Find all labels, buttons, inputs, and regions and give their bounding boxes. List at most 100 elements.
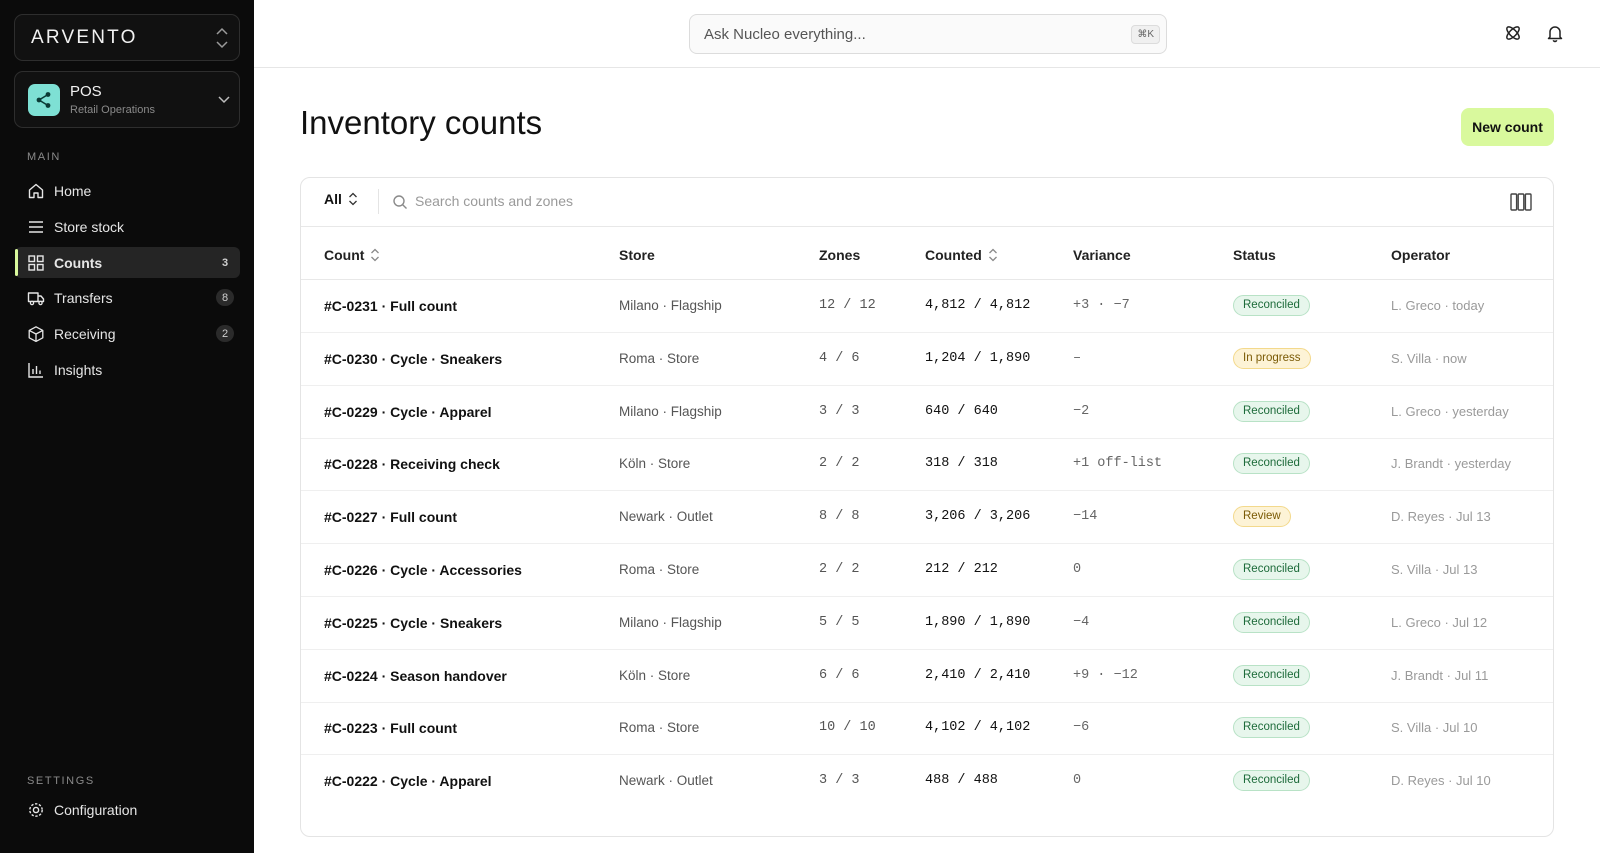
sidebar-item-transfers[interactable]: Transfers 8 xyxy=(15,282,240,313)
workspace-logo-icon xyxy=(28,84,60,116)
count-cell: #C-0228 · Receiving check xyxy=(324,456,500,473)
column-header-zones[interactable]: Zones xyxy=(819,247,860,263)
counted-cell: 212 / 212 xyxy=(925,562,998,577)
status-badge: Reconciled xyxy=(1233,717,1310,739)
operator-cell: L. Greco · today xyxy=(1391,298,1485,313)
table-row[interactable]: #C-0227 · Full count Newark · Outlet 8 / 8… xyxy=(301,491,1553,545)
sidebar-item-configuration[interactable]: Configuration xyxy=(15,794,240,825)
column-header-status[interactable]: Status xyxy=(1233,247,1276,263)
status-cell: Reconciled xyxy=(1233,770,1310,792)
count-badge: 8 xyxy=(216,289,234,306)
truck-icon xyxy=(27,289,45,307)
gear-icon xyxy=(27,801,45,819)
table-toolbar: All Search counts and zones xyxy=(301,178,1553,227)
sidebar-item-receiving[interactable]: Receiving 2 xyxy=(15,318,240,349)
sidebar-item-insights[interactable]: Insights xyxy=(15,354,240,385)
workspace-switcher[interactable]: POS Retail Operations xyxy=(14,71,240,128)
variance-cell: −14 xyxy=(1073,509,1098,525)
zones-cell: 2 / 2 xyxy=(819,562,860,577)
operator-cell: L. Greco · Jul 12 xyxy=(1391,614,1488,630)
sort-icon xyxy=(371,248,380,262)
sidebar-item-counts[interactable]: Counts 3 xyxy=(15,247,240,278)
count-cell: #C-0230 · Cycle · Sneakers xyxy=(324,350,503,367)
zones-cell: 12 / 12 xyxy=(819,298,876,313)
status-cell: In progress xyxy=(1233,347,1311,369)
brand-name: ARVENTO xyxy=(31,26,138,48)
sidebar-item-home[interactable]: Home xyxy=(15,175,240,206)
variance-cell: +1 off-list xyxy=(1073,456,1163,472)
zones-cell: 2 / 2 xyxy=(819,456,860,472)
column-header-label: Operator xyxy=(1391,247,1451,263)
table-search-input[interactable]: Search counts and zones xyxy=(415,193,573,209)
brand-switcher[interactable]: ARVENTO xyxy=(14,14,240,61)
count-badge: 2 xyxy=(216,325,234,342)
variance-cell: +9 · −12 xyxy=(1073,667,1138,683)
counted-cell: 2,410 / 2,410 xyxy=(925,667,1031,683)
column-header-label: Store xyxy=(619,247,655,263)
operator-cell: L. Greco · yesterday xyxy=(1391,403,1509,419)
top-bar: Ask Nucleo everything... ⌘K xyxy=(254,0,1600,68)
store-cell: Newark · Outlet xyxy=(619,509,713,525)
status-badge: Reconciled xyxy=(1233,400,1310,422)
status-cell: Reconciled xyxy=(1233,400,1310,422)
workspace-title: POS xyxy=(70,83,102,100)
store-cell: Roma · Store xyxy=(619,562,700,577)
operator-cell: S. Villa · Jul 13 xyxy=(1391,562,1478,577)
counted-cell: 1,204 / 1,890 xyxy=(925,350,1031,366)
column-header-counted[interactable]: Counted xyxy=(925,247,998,263)
bell-icon[interactable] xyxy=(1544,22,1566,44)
new-count-button[interactable]: New count xyxy=(1461,108,1554,146)
status-cell: Reconciled xyxy=(1233,453,1310,475)
status-filter-select[interactable]: All xyxy=(324,191,358,207)
integrations-icon[interactable] xyxy=(1502,22,1524,44)
table-row[interactable]: #C-0229 · Cycle · Apparel Milano · Flagsh… xyxy=(301,386,1553,439)
chevron-up-down-icon xyxy=(216,27,228,49)
global-search-input[interactable]: Ask Nucleo everything... ⌘K xyxy=(689,14,1167,54)
variance-cell: 0 xyxy=(1073,773,1082,789)
column-header-label: Variance xyxy=(1073,247,1131,263)
sidebar-item-label: Receiving xyxy=(54,325,116,342)
grid-icon xyxy=(27,254,45,272)
variance-cell: – xyxy=(1073,350,1082,366)
operator-cell: D. Reyes · Jul 10 xyxy=(1391,773,1491,789)
count-cell: #C-0229 · Cycle · Apparel xyxy=(324,403,492,420)
sidebar-item-store-stock[interactable]: Store stock xyxy=(15,211,240,242)
sidebar-item-label: Home xyxy=(54,182,92,199)
column-header-variance[interactable]: Variance xyxy=(1073,247,1131,263)
count-badge: 3 xyxy=(221,256,229,269)
status-cell: Reconciled xyxy=(1233,559,1310,580)
operator-cell: S. Villa · now xyxy=(1391,350,1467,366)
search-icon xyxy=(393,195,407,209)
table-row[interactable]: #C-0225 · Cycle · Sneakers Milano · Flags… xyxy=(301,597,1553,650)
toolbar-divider xyxy=(378,189,379,214)
column-header-label: Status xyxy=(1233,247,1276,263)
zones-cell: 5 / 5 xyxy=(819,614,860,630)
counted-cell: 318 / 318 xyxy=(925,456,998,472)
table-row[interactable]: #C-0230 · Cycle · Sneakers Roma · Store 4 … xyxy=(301,333,1553,386)
table-row[interactable]: #C-0224 · Season handover Köln · Store 6 /… xyxy=(301,650,1553,703)
zones-cell: 6 / 6 xyxy=(819,667,860,683)
status-cell: Reconciled xyxy=(1233,611,1310,633)
sidebar-item-label: Store stock xyxy=(54,218,125,235)
table-row[interactable]: #C-0228 · Receiving check Köln · Store 2 /… xyxy=(301,438,1553,492)
variance-cell: 0 xyxy=(1073,562,1082,577)
table-header: Count Store Zones Counted Variance Statu… xyxy=(301,227,1553,280)
sidebar-item-label: Configuration xyxy=(54,801,138,818)
table-row[interactable]: #C-0222 · Cycle · Apparel Newark · Outlet… xyxy=(301,755,1553,808)
column-header-store[interactable]: Store xyxy=(619,247,655,263)
column-header-operator[interactable]: Operator xyxy=(1391,247,1450,263)
page-title: Inventory counts xyxy=(300,104,543,141)
store-cell: Köln · Store xyxy=(619,667,691,683)
count-cell: #C-0226 · Cycle · Accessories xyxy=(324,562,522,578)
columns-icon[interactable] xyxy=(1510,193,1532,211)
sidebar-item-label: Transfers xyxy=(54,289,113,306)
column-header-count[interactable]: Count xyxy=(324,247,380,263)
table-row[interactable]: #C-0226 · Cycle · Accessories Roma · Stor… xyxy=(301,544,1553,597)
store-cell: Milano · Flagship xyxy=(619,403,722,419)
column-header-label: Zones xyxy=(819,247,861,263)
table-row[interactable]: #C-0231 · Full count Milano · Flagship 12 … xyxy=(301,280,1553,333)
operator-cell: S. Villa · Jul 10 xyxy=(1391,720,1478,736)
search-placeholder: Ask Nucleo everything... xyxy=(704,26,866,43)
status-cell: Review xyxy=(1233,506,1291,528)
table-row[interactable]: #C-0223 · Full count Roma · Store 10 / 10 4… xyxy=(301,702,1553,756)
